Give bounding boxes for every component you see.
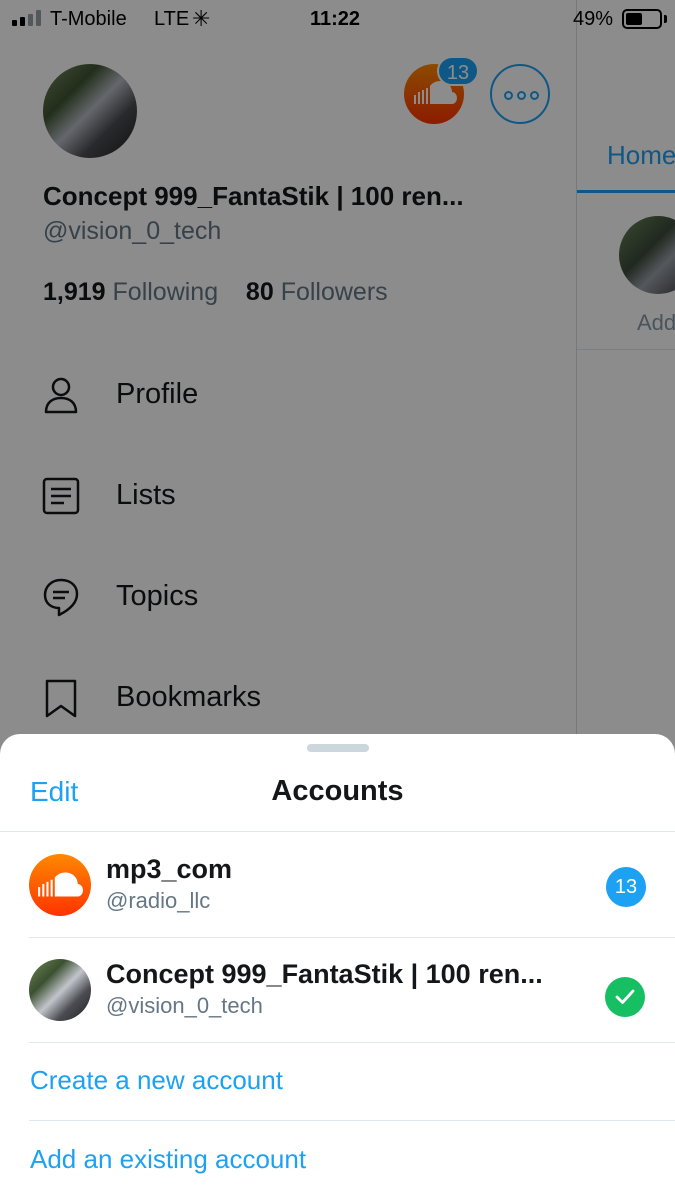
create-account-link[interactable]: Create a new account — [30, 1065, 283, 1096]
sheet-title: Accounts — [271, 775, 404, 807]
account-handle: @vision_0_tech — [106, 993, 263, 1018]
divider — [0, 831, 675, 832]
soundcloud-icon — [38, 872, 83, 897]
avatar — [29, 854, 91, 916]
divider — [29, 937, 675, 938]
checkmark-icon — [605, 977, 645, 1017]
accounts-sheet: Accounts Edit mp3_com @radio_llc 13 Conc… — [0, 734, 675, 1200]
account-row-mp3-com[interactable]: mp3_com @radio_llc 13 — [0, 836, 675, 940]
divider — [29, 1042, 675, 1043]
sheet-grabber[interactable] — [307, 744, 369, 752]
avatar — [29, 959, 91, 1021]
account-row-vision-0-tech[interactable]: Concept 999_FantaStik | 100 ren... @visi… — [0, 941, 675, 1045]
account-name: Concept 999_FantaStik | 100 ren... — [106, 959, 543, 989]
add-existing-account-link[interactable]: Add an existing account — [30, 1144, 306, 1175]
account-name: mp3_com — [106, 854, 233, 884]
unread-badge: 13 — [606, 867, 646, 907]
edit-button[interactable]: Edit — [30, 776, 78, 808]
account-handle: @radio_llc — [106, 888, 211, 913]
divider — [29, 1120, 675, 1121]
